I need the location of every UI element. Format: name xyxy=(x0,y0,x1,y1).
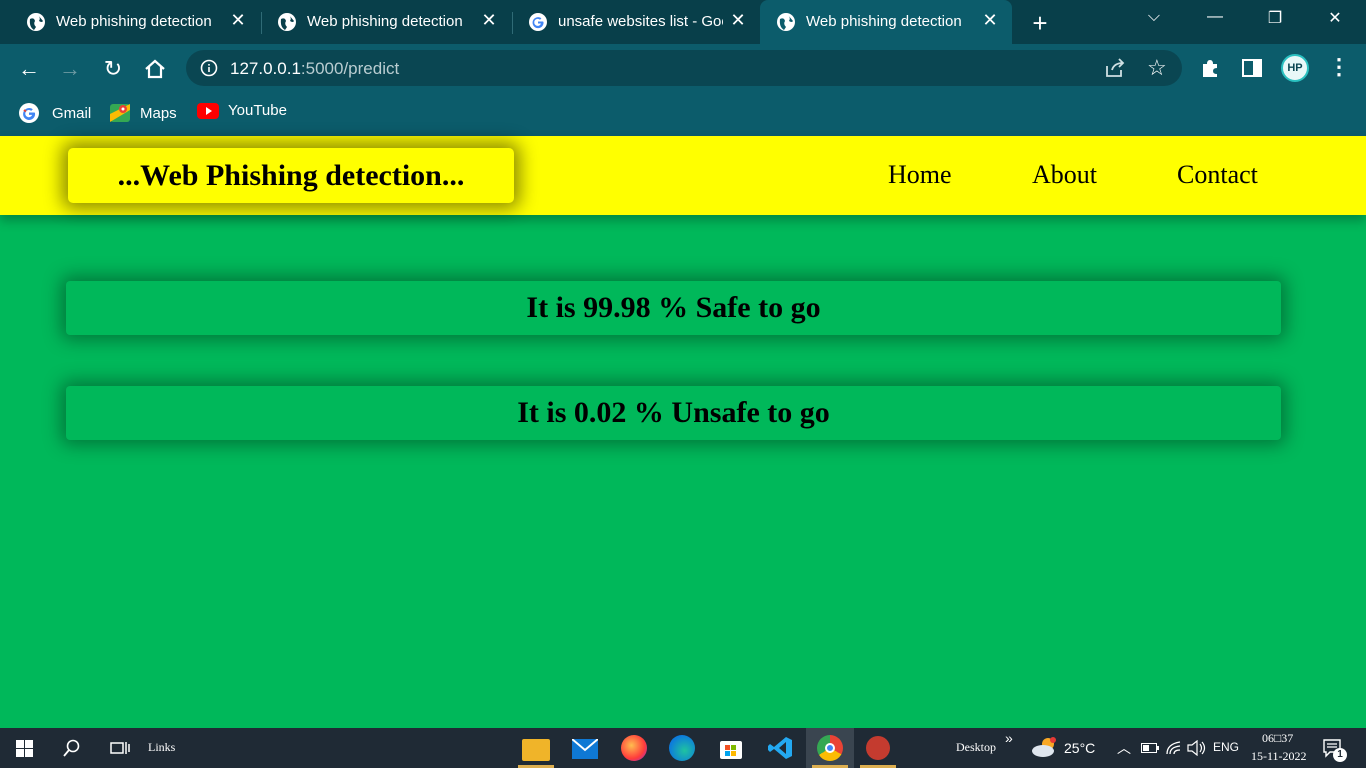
safe-result-box: It is 99.98 % Safe to go xyxy=(66,281,1281,335)
browser-tab-4-active[interactable]: Web phishing detection ✕ xyxy=(760,0,1012,44)
bookmark-label: Gmail xyxy=(52,104,92,122)
desktop-toolbar-label[interactable]: Desktop xyxy=(956,740,996,755)
windows-start-icon[interactable] xyxy=(16,740,33,757)
minimize-button[interactable]: — xyxy=(1195,8,1235,26)
nav-about-link[interactable]: About xyxy=(1032,160,1097,190)
side-panel-icon[interactable] xyxy=(1242,59,1262,77)
youtube-icon xyxy=(197,102,219,119)
store-icon[interactable] xyxy=(719,736,743,760)
weather-partly-cloudy-icon[interactable] xyxy=(1031,736,1059,758)
bookmark-star-icon[interactable]: ☆ xyxy=(1147,55,1167,81)
restore-button[interactable]: ❐ xyxy=(1255,8,1295,28)
reload-icon[interactable]: ↻ xyxy=(100,56,126,82)
bookmark-maps[interactable]: Maps xyxy=(110,102,177,124)
close-icon[interactable]: ✕ xyxy=(728,10,748,31)
new-tab-button[interactable]: + xyxy=(1028,8,1052,39)
profile-avatar[interactable]: HP xyxy=(1281,54,1309,82)
windows-taskbar: Links Desktop » 25°C ︿ ENG 06□37 15-11-2… xyxy=(0,728,1366,768)
site-brand[interactable]: ...Web Phishing detection... xyxy=(68,148,514,203)
close-icon[interactable]: ✕ xyxy=(980,10,1000,31)
google-icon xyxy=(529,13,547,31)
info-icon[interactable] xyxy=(200,59,218,77)
google-icon xyxy=(19,103,39,123)
close-icon[interactable]: ✕ xyxy=(479,10,499,31)
bookmarks-bar: Gmail Maps YouTube xyxy=(0,92,1366,136)
tab-title: Web phishing detection xyxy=(307,13,463,30)
nav-contact-link[interactable]: Contact xyxy=(1177,160,1258,190)
globe-icon xyxy=(27,13,45,31)
site-header: ...Web Phishing detection... Home About … xyxy=(0,136,1366,215)
url-text[interactable]: 127.0.0.1:5000/predict xyxy=(230,59,399,79)
bookmark-youtube[interactable]: YouTube xyxy=(197,102,287,119)
mail-icon[interactable] xyxy=(572,739,598,759)
browser-tab-1[interactable]: Web phishing detection ✕ xyxy=(10,0,260,44)
clock-time[interactable]: 06□37 xyxy=(1262,731,1293,746)
vscode-icon[interactable] xyxy=(768,735,794,761)
nav-home-link[interactable]: Home xyxy=(888,160,952,190)
tab-search-chevron-icon[interactable]: ⌵ xyxy=(1134,8,1174,26)
notification-count-badge: 1 xyxy=(1333,748,1347,762)
globe-icon xyxy=(278,13,296,31)
bookmark-gmail[interactable]: Gmail xyxy=(18,102,91,124)
url-host: 127.0.0.1 xyxy=(230,59,301,78)
bookmark-label: Maps xyxy=(140,104,177,122)
battery-icon[interactable] xyxy=(1141,743,1159,753)
profile-initials: HP xyxy=(1287,62,1303,74)
extensions-puzzle-icon[interactable] xyxy=(1200,58,1220,78)
back-arrow-icon[interactable]: ← xyxy=(16,56,42,82)
share-icon[interactable] xyxy=(1104,58,1126,78)
chevron-right-icon[interactable]: » xyxy=(1005,730,1013,746)
speaker-volume-icon[interactable] xyxy=(1187,740,1207,756)
chevron-up-icon[interactable]: ︿ xyxy=(1117,738,1131,758)
chrome-inner-icon xyxy=(825,743,835,753)
bookmark-label: YouTube xyxy=(228,102,287,119)
browser-tab-2[interactable]: Web phishing detection ✕ xyxy=(261,0,511,44)
weather-temperature[interactable]: 25°C xyxy=(1064,740,1095,756)
file-explorer-icon[interactable] xyxy=(522,739,550,761)
firefox-icon[interactable] xyxy=(621,735,647,761)
tab-title: unsafe websites list - Goo xyxy=(558,13,723,30)
url-path: :5000/predict xyxy=(300,59,400,78)
close-window-button[interactable]: ✕ xyxy=(1315,8,1355,28)
search-icon[interactable] xyxy=(63,739,81,757)
links-toolbar-label[interactable]: Links xyxy=(148,740,175,755)
snipping-tool-icon[interactable] xyxy=(866,736,890,760)
input-language[interactable]: ENG xyxy=(1213,740,1239,754)
address-bar[interactable]: 127.0.0.1:5000/predict ☆ xyxy=(186,50,1182,86)
close-icon[interactable]: ✕ xyxy=(228,10,248,31)
menu-kebab-icon[interactable]: ⋮ xyxy=(1328,56,1350,78)
home-icon[interactable] xyxy=(142,56,168,82)
maps-icon xyxy=(110,104,130,122)
edge-icon[interactable] xyxy=(669,735,695,761)
task-view-icon[interactable] xyxy=(110,740,130,756)
tab-title: Web phishing detection xyxy=(56,13,212,30)
wifi-icon[interactable] xyxy=(1166,741,1182,755)
browser-toolbar: ← → ↻ 127.0.0.1:5000/predict ☆ HP ⋮ xyxy=(0,44,1366,92)
clock-date[interactable]: 15-11-2022 xyxy=(1251,749,1307,764)
tab-title: Web phishing detection xyxy=(806,13,962,30)
browser-tab-3[interactable]: unsafe websites list - Goo ✕ xyxy=(512,0,760,44)
browser-tab-strip: Web phishing detection ✕ Web phishing de… xyxy=(0,0,1366,44)
unsafe-result-box: It is 0.02 % Unsafe to go xyxy=(66,386,1281,440)
globe-icon xyxy=(777,13,795,31)
forward-arrow-icon[interactable]: → xyxy=(57,56,83,82)
